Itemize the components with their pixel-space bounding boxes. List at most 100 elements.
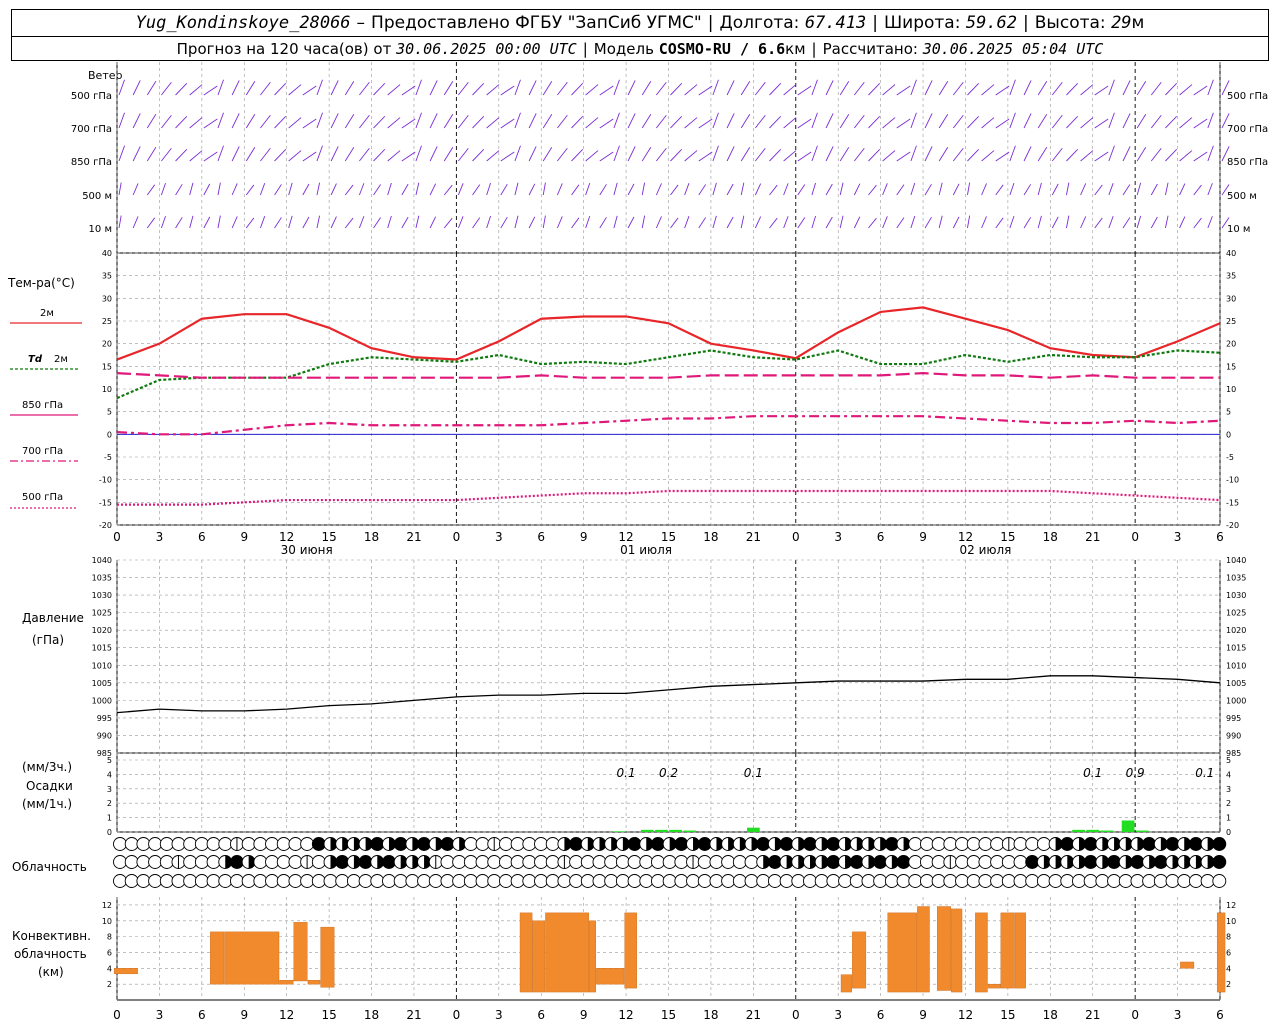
x-tick-label: 21 (1085, 530, 1100, 544)
wind-barb (1207, 79, 1214, 96)
pressure-tick-right: 1035 (1226, 574, 1246, 583)
cloud-symbol-fill (394, 837, 408, 851)
cloud-symbol (1142, 874, 1157, 888)
wind-barb (599, 184, 607, 196)
wind-barb (175, 149, 188, 162)
wind-barb (882, 117, 896, 129)
conv-bar (852, 931, 867, 989)
wind-barb (1037, 182, 1042, 196)
cloud-symbol (113, 874, 127, 888)
wind-barb (472, 149, 485, 162)
wind-barb (938, 215, 943, 229)
wind-barb (641, 215, 646, 229)
wind-barb (189, 150, 203, 162)
wind-level-label-left: 500 гПа (71, 91, 112, 102)
wind-barb (924, 216, 932, 229)
cloud-symbol (849, 874, 864, 888)
wind-barb (726, 80, 735, 96)
cloud-symbol (545, 874, 560, 888)
wind-barb (1108, 112, 1115, 129)
cloud-symbol (732, 874, 747, 888)
x-tick-label: 9 (240, 530, 248, 544)
wind-barb (132, 183, 139, 196)
wind-barb (754, 216, 762, 229)
cloud-symbol (1200, 874, 1215, 888)
wind-barb (896, 184, 905, 196)
wind-barb (825, 216, 833, 229)
cloud-symbol (779, 874, 794, 888)
wind-barb (613, 215, 618, 229)
wind-barb (161, 147, 172, 162)
wind-barb (910, 182, 916, 196)
wind-barb (401, 151, 416, 162)
conv-bar (624, 912, 637, 989)
wind-barb (599, 118, 614, 129)
wind-barb (1080, 216, 1087, 229)
cloud-symbol (1083, 874, 1098, 888)
wind-barb (783, 117, 797, 129)
wind-barb (1193, 184, 1202, 196)
wind-barb (316, 215, 321, 229)
wind-barb (443, 184, 453, 196)
cloud-symbol (276, 855, 291, 869)
cloud-symbol (113, 855, 127, 869)
wind-barb (443, 114, 454, 129)
cloud-symbol (580, 874, 595, 888)
wind-barb (359, 147, 370, 162)
wind-barb (952, 147, 964, 162)
cloud-symbol (943, 837, 958, 851)
wind-barb (1108, 183, 1114, 196)
wind-barb (1179, 150, 1193, 162)
wind-barb (429, 80, 438, 96)
cloud-symbol (732, 855, 747, 869)
wind-barb (472, 184, 481, 196)
cloud-symbol (510, 855, 525, 869)
wind-barb (1080, 150, 1094, 162)
wind-level-label-right: 500 гПа (1227, 91, 1268, 102)
conv-tick-right: 4 (1226, 964, 1231, 973)
wind-barb (288, 150, 302, 162)
cloud-symbol (592, 874, 607, 888)
wind-barb (754, 81, 766, 96)
pressure-title: Давление (22, 611, 84, 625)
wind-barb (118, 215, 122, 229)
cloud-symbol (990, 874, 1005, 888)
wind-barb (797, 217, 806, 229)
cloud-symbol (674, 874, 689, 888)
wind-barb (330, 183, 337, 196)
wind-barb (1164, 182, 1169, 196)
wind-barb (783, 84, 797, 96)
cloud-symbol-fill (312, 837, 326, 851)
x-tick-label-bottom: 6 (198, 1008, 206, 1022)
wind-barb (684, 117, 698, 129)
cloud-symbol (756, 874, 771, 888)
wind-barb (274, 149, 287, 162)
wind-barb (613, 145, 620, 162)
cloud-symbol (148, 837, 163, 851)
wind-barb (641, 182, 646, 196)
wind-barb (585, 117, 599, 129)
cloud-symbol (639, 874, 654, 888)
wind-barb (217, 215, 221, 229)
precip-sum-label: 0.1 (1083, 766, 1102, 780)
cloud-symbol-fill (1212, 855, 1226, 869)
cloud-symbol-fill (897, 855, 911, 869)
pressure-tick-right: 1040 (1226, 556, 1246, 565)
cloud-symbol (405, 874, 420, 888)
wind-barb (316, 182, 321, 196)
cloud-symbol-fill (885, 837, 899, 851)
wind-barb (670, 83, 683, 96)
pressure-unit: (гПа) (32, 633, 64, 647)
x-tick-label: 12 (958, 530, 973, 544)
wind-level-label-left: 850 гПа (71, 157, 112, 168)
wind-barb (981, 117, 995, 129)
wind-barb (160, 182, 166, 196)
precip-bar (1121, 820, 1135, 832)
pressure-tick-right: 1015 (1226, 644, 1246, 653)
cloud-symbol-fill (1154, 855, 1168, 869)
precip-sum-label: 0.1 (1195, 766, 1214, 780)
wind-barb (1207, 112, 1214, 129)
wind-barb (1009, 145, 1016, 162)
wind-barb (571, 116, 584, 129)
cloud-symbol-fill (382, 855, 396, 869)
